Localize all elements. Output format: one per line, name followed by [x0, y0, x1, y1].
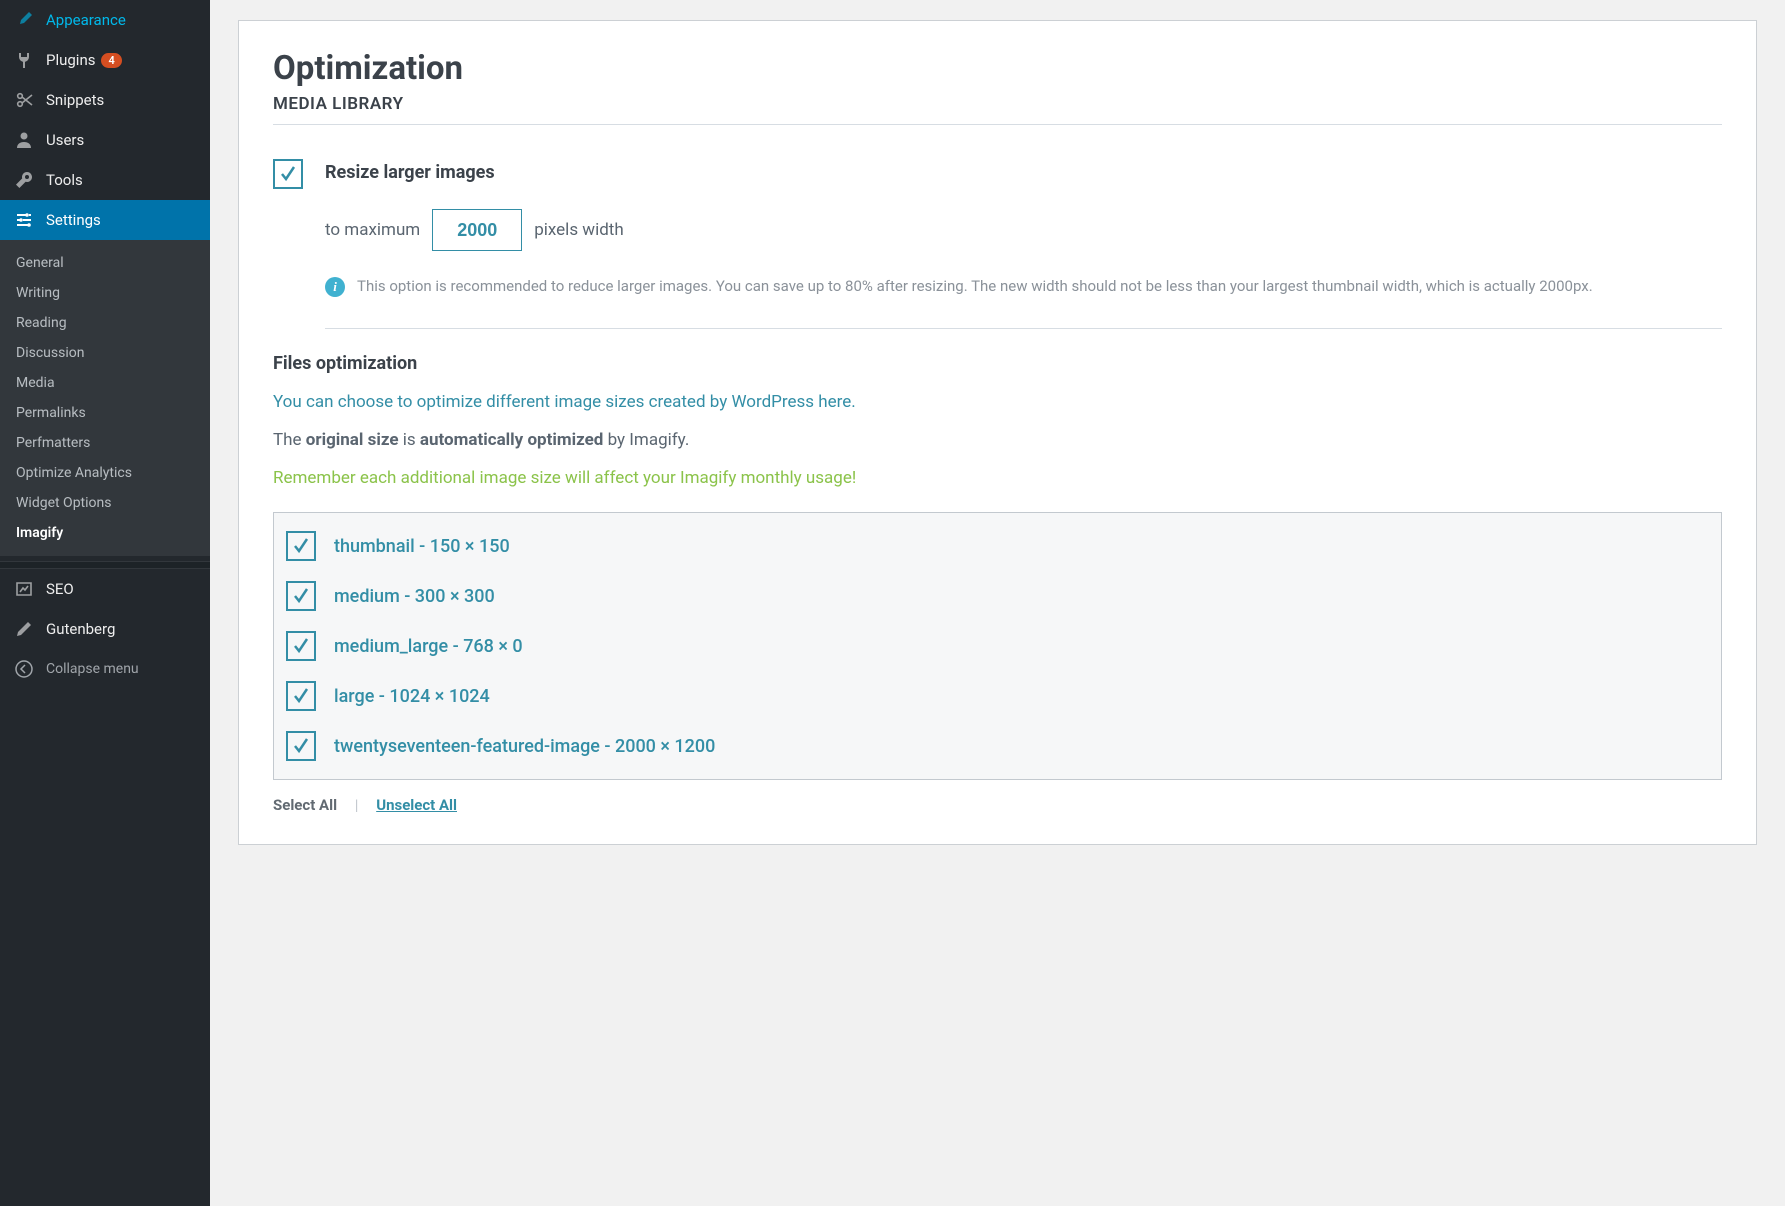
sidebar-item-appearance[interactable]: Appearance — [0, 0, 210, 40]
menu-separator — [0, 561, 210, 569]
sidebar-item-settings[interactable]: Settings — [0, 200, 210, 240]
submenu-item-general[interactable]: General — [0, 248, 210, 278]
image-size-label: thumbnail - 150 × 150 — [334, 536, 510, 557]
pixels-width-label: pixels width — [534, 220, 624, 240]
image-size-label: medium - 300 × 300 — [334, 586, 495, 607]
settings-panel: Optimization MEDIA LIBRARY Resize larger… — [238, 20, 1757, 845]
collapse-menu-button[interactable]: Collapse menu — [0, 649, 210, 689]
page-subtitle: MEDIA LIBRARY — [273, 94, 1722, 125]
image-size-row: large - 1024 × 1024 — [286, 681, 1709, 711]
main-content: Optimization MEDIA LIBRARY Resize larger… — [210, 0, 1785, 1206]
usage-warning: Remember each additional image size will… — [273, 468, 1722, 488]
image-size-checkbox[interactable] — [286, 681, 316, 711]
sidebar-item-label: Snippets — [46, 91, 104, 109]
files-optimization-heading: Files optimization — [273, 353, 1722, 374]
sidebar-item-label: Users — [46, 131, 84, 149]
sidebar-item-gutenberg[interactable]: Gutenberg — [0, 609, 210, 649]
sidebar-item-label: Appearance — [46, 11, 126, 29]
collapse-menu-label: Collapse menu — [46, 661, 139, 677]
max-width-row: to maximum pixels width — [325, 209, 1722, 251]
sidebar-item-users[interactable]: Users — [0, 120, 210, 160]
seo-icon — [12, 579, 36, 599]
unselect-all-link[interactable]: Unselect All — [376, 796, 457, 814]
max-width-input[interactable] — [432, 209, 522, 251]
image-sizes-list[interactable]: thumbnail - 150 × 150 medium - 300 × 300 m… — [273, 512, 1722, 780]
image-size-label: twentyseventeen-featured-image - 2000 × … — [334, 736, 715, 757]
wrench-icon — [12, 170, 36, 190]
settings-submenu: GeneralWritingReadingDiscussionMediaPerm… — [0, 240, 210, 556]
submenu-item-imagify[interactable]: Imagify — [0, 518, 210, 548]
sidebar-item-tools[interactable]: Tools — [0, 160, 210, 200]
image-size-row: thumbnail - 150 × 150 — [286, 531, 1709, 561]
page-title: Optimization — [273, 49, 1722, 88]
info-icon: i — [325, 277, 345, 297]
image-size-checkbox[interactable] — [286, 631, 316, 661]
sidebar-item-seo[interactable]: SEO — [0, 569, 210, 609]
update-badge: 4 — [101, 53, 121, 68]
image-size-row: medium_large - 768 × 0 — [286, 631, 1709, 661]
sidebar-item-label: Settings — [46, 211, 101, 229]
sidebar-item-label: SEO — [46, 580, 74, 598]
submenu-item-media[interactable]: Media — [0, 368, 210, 398]
image-size-row: twentyseventeen-featured-image - 2000 × … — [286, 731, 1709, 761]
files-description: You can choose to optimize different ima… — [273, 392, 1722, 412]
submenu-item-reading[interactable]: Reading — [0, 308, 210, 338]
submenu-item-optimize-analytics[interactable]: Optimize Analytics — [0, 458, 210, 488]
plug-icon — [12, 50, 36, 70]
sliders-icon — [12, 210, 36, 230]
select-all-link[interactable]: Select All — [273, 796, 337, 814]
resize-info-row: i This option is recommended to reduce l… — [325, 275, 1722, 329]
image-size-checkbox[interactable] — [286, 531, 316, 561]
select-controls: Select All | Unselect All — [273, 796, 1722, 814]
image-size-label: medium_large - 768 × 0 — [334, 636, 523, 657]
scissors-icon — [12, 90, 36, 110]
user-icon — [12, 130, 36, 150]
image-size-checkbox[interactable] — [286, 581, 316, 611]
resize-label: Resize larger images — [325, 159, 495, 183]
sidebar-item-label: Plugins — [46, 51, 95, 69]
submenu-item-perfmatters[interactable]: Perfmatters — [0, 428, 210, 458]
resize-checkbox[interactable] — [273, 159, 303, 189]
submenu-item-widget-options[interactable]: Widget Options — [0, 488, 210, 518]
original-size-note: The original size is automatically optim… — [273, 430, 1722, 450]
sidebar-item-label: Tools — [46, 171, 83, 189]
image-size-checkbox[interactable] — [286, 731, 316, 761]
submenu-item-writing[interactable]: Writing — [0, 278, 210, 308]
image-size-row: medium - 300 × 300 — [286, 581, 1709, 611]
submenu-item-permalinks[interactable]: Permalinks — [0, 398, 210, 428]
pencil-icon — [12, 619, 36, 639]
sidebar-item-label: Gutenberg — [46, 620, 115, 638]
brush-icon — [12, 10, 36, 30]
to-maximum-label: to maximum — [325, 220, 420, 240]
submenu-item-discussion[interactable]: Discussion — [0, 338, 210, 368]
image-size-label: large - 1024 × 1024 — [334, 686, 490, 707]
sidebar-item-plugins[interactable]: Plugins 4 — [0, 40, 210, 80]
sidebar-item-snippets[interactable]: Snippets — [0, 80, 210, 120]
resize-setting-row: Resize larger images — [273, 159, 1722, 189]
resize-info-text: This option is recommended to reduce lar… — [357, 275, 1593, 298]
admin-sidebar: Appearance Plugins 4 Snippets Users Tools Sett… — [0, 0, 210, 1206]
collapse-icon — [12, 659, 36, 679]
